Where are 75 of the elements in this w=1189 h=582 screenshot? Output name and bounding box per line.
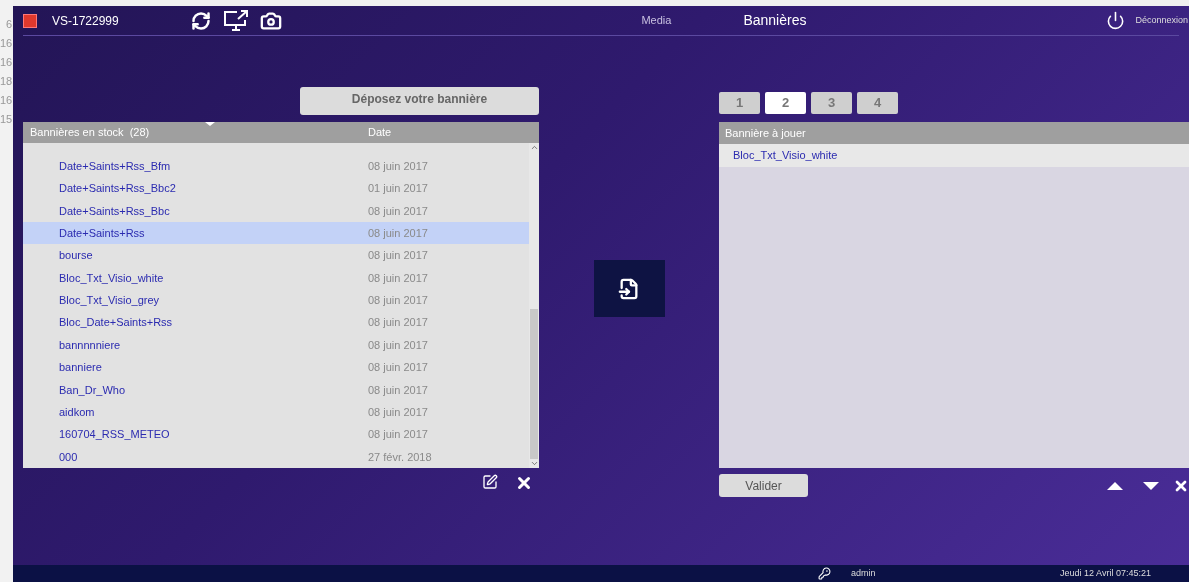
move-down-icon[interactable]: [1143, 481, 1159, 490]
file-export-icon: [618, 277, 640, 300]
banner-date: 27 févr. 2018: [368, 449, 432, 465]
power-icon[interactable]: [1106, 11, 1126, 30]
banner-name: banniere: [58, 360, 103, 376]
refresh-icon[interactable]: [190, 10, 211, 31]
banner-date: 08 juin 2017: [368, 158, 428, 174]
banner-date: 08 juin 2017: [368, 248, 428, 264]
banner-date: 08 juin 2017: [368, 404, 428, 420]
banner-name: aidkom: [58, 404, 96, 420]
date-time: Jeudi 12 Avril 07:45:21: [1060, 566, 1151, 580]
banner-row[interactable]: banniere 08 juin 2017: [23, 356, 529, 379]
banner-row[interactable]: Date+Saints+Rss_Bbc 08 juin 2017: [23, 199, 529, 223]
close-icon[interactable]: [515, 474, 533, 492]
sort-caret-icon[interactable]: [205, 122, 215, 126]
banner-date: 01 juin 2017: [368, 181, 428, 197]
banner-name: Bloc_Txt_Visio_white: [58, 270, 165, 286]
scroll-down-icon[interactable]: [529, 459, 539, 468]
validate-button[interactable]: Valider: [719, 474, 808, 497]
banner-name: Date+Saints+Rss: [58, 226, 146, 241]
banner-row[interactable]: Bloc_Txt_Visio_grey 08 juin 2017: [23, 289, 529, 312]
banner-name: bourse: [58, 248, 94, 264]
banner-row[interactable]: bannnnniere 08 juin 2017: [23, 333, 529, 357]
banner-name: Date+Saints+Rss_Bbc2: [58, 181, 177, 197]
user-name: admin: [851, 566, 876, 580]
edit-icon[interactable]: [482, 474, 498, 490]
key-icon: [818, 567, 831, 580]
banner-row[interactable]: Bloc_Date+Saints+Rss 08 juin 2017: [23, 311, 529, 334]
banner-date: 08 juin 2017: [368, 427, 428, 443]
banner-row[interactable]: Date+Saints+Rss 08 juin 2017: [23, 222, 529, 245]
row-number: 15: [0, 113, 13, 126]
column-header: Bannière à jouer: [719, 122, 1189, 144]
banner-date: 08 juin 2017: [368, 382, 428, 398]
banner-date: 08 juin 2017: [368, 203, 428, 219]
playlist-row[interactable]: Bloc_Txt_Visio_white: [719, 144, 1189, 167]
banner-name: Date+Saints+Rss_Bbc: [58, 203, 171, 219]
banner-date: 08 juin 2017: [368, 293, 428, 309]
banner-name: Date+Saints+Rss_Bfm: [58, 158, 172, 174]
banner-row[interactable]: Date+Saints+Rss_Bbc2 01 juin 2017: [23, 177, 529, 200]
banner-date: 08 juin 2017: [368, 226, 428, 241]
banner-name: Bloc_Date+Saints+Rss: [58, 315, 174, 331]
banner-name: 160704_RSS_METEO: [58, 427, 171, 443]
scrollbar[interactable]: [529, 143, 539, 468]
banner-row[interactable]: Ban_Dr_Who 08 juin 2017: [23, 378, 529, 401]
banner-name: bannnnniere: [58, 337, 122, 353]
banner-name: 000: [58, 449, 79, 465]
banner-row[interactable]: 160704_RSS_METEO 08 juin 2017: [23, 423, 529, 446]
move-up-icon[interactable]: [1107, 481, 1123, 490]
transfer-button[interactable]: [593, 260, 665, 317]
device-id: VS-1722999: [52, 12, 119, 30]
row-number: 6: [4, 18, 13, 31]
banner-name: Ban_Dr_Who: [58, 382, 127, 398]
banner-row[interactable]: aidkom 08 juin 2017: [23, 400, 529, 424]
banner-date: 08 juin 2017: [368, 270, 428, 286]
app-logo: [23, 13, 37, 28]
nav-tab[interactable]: Bannières: [743, 10, 807, 31]
row-number: 16: [0, 37, 13, 50]
drop-banner-button[interactable]: Déposez votre bannière: [300, 87, 539, 115]
banner-row[interactable]: 000 27 févr. 2018: [23, 445, 529, 468]
logout-link[interactable]: Déconnexion: [1135, 13, 1188, 28]
banner-name: Bloc_Txt_Visio_grey: [58, 293, 161, 309]
nav-tab[interactable]: Media: [641, 12, 672, 29]
banner-date: 08 juin 2017: [368, 315, 428, 331]
banner-row[interactable]: Bloc_Txt_Visio_white 08 juin 2017: [23, 266, 529, 290]
banner-date: 08 juin 2017: [368, 337, 428, 353]
banner-date: 08 juin 2017: [368, 360, 428, 376]
banner-row[interactable]: Date+Saints+Rss_Bfm 08 juin 2017: [23, 155, 529, 178]
playlist-tab[interactable]: 2: [765, 92, 806, 114]
scroll-thumb[interactable]: [530, 309, 538, 459]
screen-arrow-icon[interactable]: [222, 9, 249, 32]
row-number: 16: [0, 94, 13, 107]
banner-row[interactable]: bourse 08 juin 2017: [23, 244, 529, 267]
row-number: 18: [0, 75, 13, 88]
scroll-up-icon[interactable]: [529, 143, 539, 152]
row-number: 16: [0, 56, 13, 69]
